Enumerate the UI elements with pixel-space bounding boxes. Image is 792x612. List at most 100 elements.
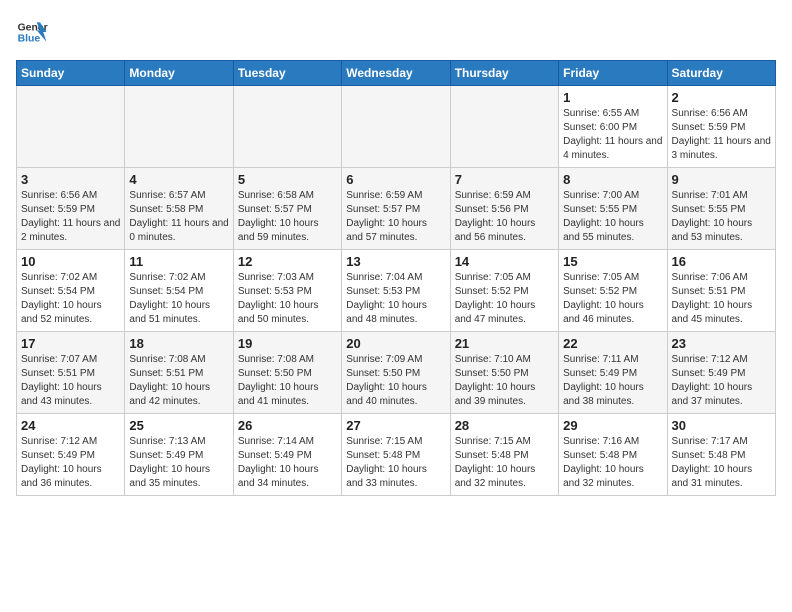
day-info: Sunrise: 7:15 AMSunset: 5:48 PMDaylight:… bbox=[346, 435, 445, 491]
calendar-cell bbox=[125, 86, 233, 168]
calendar-cell: 14Sunrise: 7:05 AMSunset: 5:52 PMDayligh… bbox=[450, 250, 558, 332]
day-info: Sunrise: 7:00 AMSunset: 5:55 PMDaylight:… bbox=[563, 189, 662, 245]
calendar-header-row: SundayMondayTuesdayWednesdayThursdayFrid… bbox=[17, 61, 776, 86]
day-info: Sunrise: 7:05 AMSunset: 5:52 PMDaylight:… bbox=[563, 271, 662, 327]
calendar-cell: 22 Sunrise: 7:11 AMSunset: 5:49 PMDayligh… bbox=[559, 332, 667, 414]
day-info: Sunrise: 7:08 AMSunset: 5:51 PMDaylight:… bbox=[129, 353, 228, 409]
calendar-cell bbox=[233, 86, 341, 168]
day-number: 5 bbox=[238, 172, 337, 187]
day-info: Sunrise: 7:04 AMSunset: 5:53 PMDaylight:… bbox=[346, 271, 445, 327]
calendar-cell: 6 Sunrise: 6:59 AMSunset: 5:57 PMDaylight… bbox=[342, 168, 450, 250]
day-number: 11 bbox=[129, 254, 228, 269]
day-number: 27 bbox=[346, 418, 445, 433]
day-info: Sunrise: 7:06 AMSunset: 5:51 PMDaylight:… bbox=[672, 271, 771, 327]
calendar-cell: 26 Sunrise: 7:14 AMSunset: 5:49 PMDayligh… bbox=[233, 414, 341, 496]
calendar-week-3: 10 Sunrise: 7:02 AMSunset: 5:54 PMDayligh… bbox=[17, 250, 776, 332]
calendar-cell: 29Sunrise: 7:16 AMSunset: 5:48 PMDayligh… bbox=[559, 414, 667, 496]
day-number: 26 bbox=[238, 418, 337, 433]
calendar-table: SundayMondayTuesdayWednesdayThursdayFrid… bbox=[16, 60, 776, 496]
day-info: Sunrise: 7:01 AMSunset: 5:55 PMDaylight:… bbox=[672, 189, 771, 245]
weekday-header-thursday: Thursday bbox=[450, 61, 558, 86]
day-info: Sunrise: 6:56 AMSunset: 5:59 PMDaylight:… bbox=[672, 107, 771, 163]
day-number: 13 bbox=[346, 254, 445, 269]
day-number: 21 bbox=[455, 336, 554, 351]
calendar-cell bbox=[450, 86, 558, 168]
weekday-header-saturday: Saturday bbox=[667, 61, 775, 86]
calendar-cell: 3 Sunrise: 6:56 AMSunset: 5:59 PMDaylight… bbox=[17, 168, 125, 250]
day-number: 24 bbox=[21, 418, 120, 433]
calendar-week-5: 24Sunrise: 7:12 AMSunset: 5:49 PMDayligh… bbox=[17, 414, 776, 496]
calendar-cell: 17 Sunrise: 7:07 AMSunset: 5:51 PMDayligh… bbox=[17, 332, 125, 414]
calendar-cell: 8 Sunrise: 7:00 AMSunset: 5:55 PMDaylight… bbox=[559, 168, 667, 250]
calendar-cell: 12 Sunrise: 7:03 AMSunset: 5:53 PMDayligh… bbox=[233, 250, 341, 332]
day-number: 6 bbox=[346, 172, 445, 187]
day-number: 4 bbox=[129, 172, 228, 187]
day-number: 3 bbox=[21, 172, 120, 187]
day-number: 29 bbox=[563, 418, 662, 433]
day-number: 19 bbox=[238, 336, 337, 351]
calendar-week-2: 3 Sunrise: 6:56 AMSunset: 5:59 PMDaylight… bbox=[17, 168, 776, 250]
day-info: Sunrise: 7:10 AMSunset: 5:50 PMDaylight:… bbox=[455, 353, 554, 409]
weekday-header-wednesday: Wednesday bbox=[342, 61, 450, 86]
day-info: Sunrise: 7:13 AMSunset: 5:49 PMDaylight:… bbox=[129, 435, 228, 491]
calendar-cell: 10 Sunrise: 7:02 AMSunset: 5:54 PMDayligh… bbox=[17, 250, 125, 332]
day-info: Sunrise: 6:57 AMSunset: 5:58 PMDaylight:… bbox=[129, 189, 228, 245]
calendar-cell: 23 Sunrise: 7:12 AMSunset: 5:49 PMDayligh… bbox=[667, 332, 775, 414]
calendar-cell: 21 Sunrise: 7:10 AMSunset: 5:50 PMDayligh… bbox=[450, 332, 558, 414]
calendar-cell: 9 Sunrise: 7:01 AMSunset: 5:55 PMDaylight… bbox=[667, 168, 775, 250]
weekday-header-sunday: Sunday bbox=[17, 61, 125, 86]
calendar-cell: 19 Sunrise: 7:08 AMSunset: 5:50 PMDayligh… bbox=[233, 332, 341, 414]
day-number: 25 bbox=[129, 418, 228, 433]
day-number: 20 bbox=[346, 336, 445, 351]
logo: General Blue bbox=[16, 16, 48, 48]
calendar-cell: 11 Sunrise: 7:02 AMSunset: 5:54 PMDayligh… bbox=[125, 250, 233, 332]
day-info: Sunrise: 6:58 AMSunset: 5:57 PMDaylight:… bbox=[238, 189, 337, 245]
day-info: Sunrise: 7:07 AMSunset: 5:51 PMDaylight:… bbox=[21, 353, 120, 409]
day-info: Sunrise: 6:56 AMSunset: 5:59 PMDaylight:… bbox=[21, 189, 120, 245]
day-number: 23 bbox=[672, 336, 771, 351]
calendar-cell: 15 Sunrise: 7:05 AMSunset: 5:52 PMDayligh… bbox=[559, 250, 667, 332]
day-info: Sunrise: 7:17 AMSunset: 5:48 PMDaylight:… bbox=[672, 435, 771, 491]
calendar-cell: 20 Sunrise: 7:09 AMSunset: 5:50 PMDayligh… bbox=[342, 332, 450, 414]
day-number: 7 bbox=[455, 172, 554, 187]
day-info: Sunrise: 7:02 AMSunset: 5:54 PMDaylight:… bbox=[129, 271, 228, 327]
day-number: 22 bbox=[563, 336, 662, 351]
calendar-cell bbox=[17, 86, 125, 168]
day-number: 9 bbox=[672, 172, 771, 187]
day-info: Sunrise: 6:59 AMSunset: 5:56 PMDaylight:… bbox=[455, 189, 554, 245]
calendar-cell: 25 Sunrise: 7:13 AMSunset: 5:49 PMDayligh… bbox=[125, 414, 233, 496]
logo-icon: General Blue bbox=[16, 16, 48, 48]
day-info: Sunrise: 7:03 AMSunset: 5:53 PMDaylight:… bbox=[238, 271, 337, 327]
weekday-header-friday: Friday bbox=[559, 61, 667, 86]
day-number: 8 bbox=[563, 172, 662, 187]
day-number: 30 bbox=[672, 418, 771, 433]
day-number: 15 bbox=[563, 254, 662, 269]
day-info: Sunrise: 7:08 AMSunset: 5:50 PMDaylight:… bbox=[238, 353, 337, 409]
day-number: 12 bbox=[238, 254, 337, 269]
calendar-cell bbox=[342, 86, 450, 168]
calendar-cell: 28 Sunrise: 7:15 AMSunset: 5:48 PMDayligh… bbox=[450, 414, 558, 496]
svg-text:Blue: Blue bbox=[18, 34, 41, 45]
day-number: 10 bbox=[21, 254, 120, 269]
day-number: 28 bbox=[455, 418, 554, 433]
weekday-header-monday: Monday bbox=[125, 61, 233, 86]
day-number: 17 bbox=[21, 336, 120, 351]
day-info: Sunrise: 6:59 AMSunset: 5:57 PMDaylight:… bbox=[346, 189, 445, 245]
day-info: Sunrise: 7:15 AMSunset: 5:48 PMDaylight:… bbox=[455, 435, 554, 491]
calendar-cell: 16 Sunrise: 7:06 AMSunset: 5:51 PMDayligh… bbox=[667, 250, 775, 332]
calendar-week-4: 17 Sunrise: 7:07 AMSunset: 5:51 PMDayligh… bbox=[17, 332, 776, 414]
calendar-cell: 27 Sunrise: 7:15 AMSunset: 5:48 PMDayligh… bbox=[342, 414, 450, 496]
calendar-cell: 7 Sunrise: 6:59 AMSunset: 5:56 PMDaylight… bbox=[450, 168, 558, 250]
day-info: Sunrise: 7:09 AMSunset: 5:50 PMDaylight:… bbox=[346, 353, 445, 409]
day-info: Sunrise: 7:05 AMSunset: 5:52 PMDaylight:… bbox=[455, 271, 554, 327]
day-info: Sunrise: 7:11 AMSunset: 5:49 PMDaylight:… bbox=[563, 353, 662, 409]
calendar-cell: 18Sunrise: 7:08 AMSunset: 5:51 PMDayligh… bbox=[125, 332, 233, 414]
calendar-cell: 5 Sunrise: 6:58 AMSunset: 5:57 PMDaylight… bbox=[233, 168, 341, 250]
day-number: 16 bbox=[672, 254, 771, 269]
day-info: Sunrise: 7:12 AMSunset: 5:49 PMDaylight:… bbox=[672, 353, 771, 409]
calendar-cell: 13 Sunrise: 7:04 AMSunset: 5:53 PMDayligh… bbox=[342, 250, 450, 332]
day-info: Sunrise: 7:02 AMSunset: 5:54 PMDaylight:… bbox=[21, 271, 120, 327]
day-info: Sunrise: 6:55 AMSunset: 6:00 PMDaylight:… bbox=[563, 107, 662, 163]
day-info: Sunrise: 7:14 AMSunset: 5:49 PMDaylight:… bbox=[238, 435, 337, 491]
day-number: 2 bbox=[672, 90, 771, 105]
